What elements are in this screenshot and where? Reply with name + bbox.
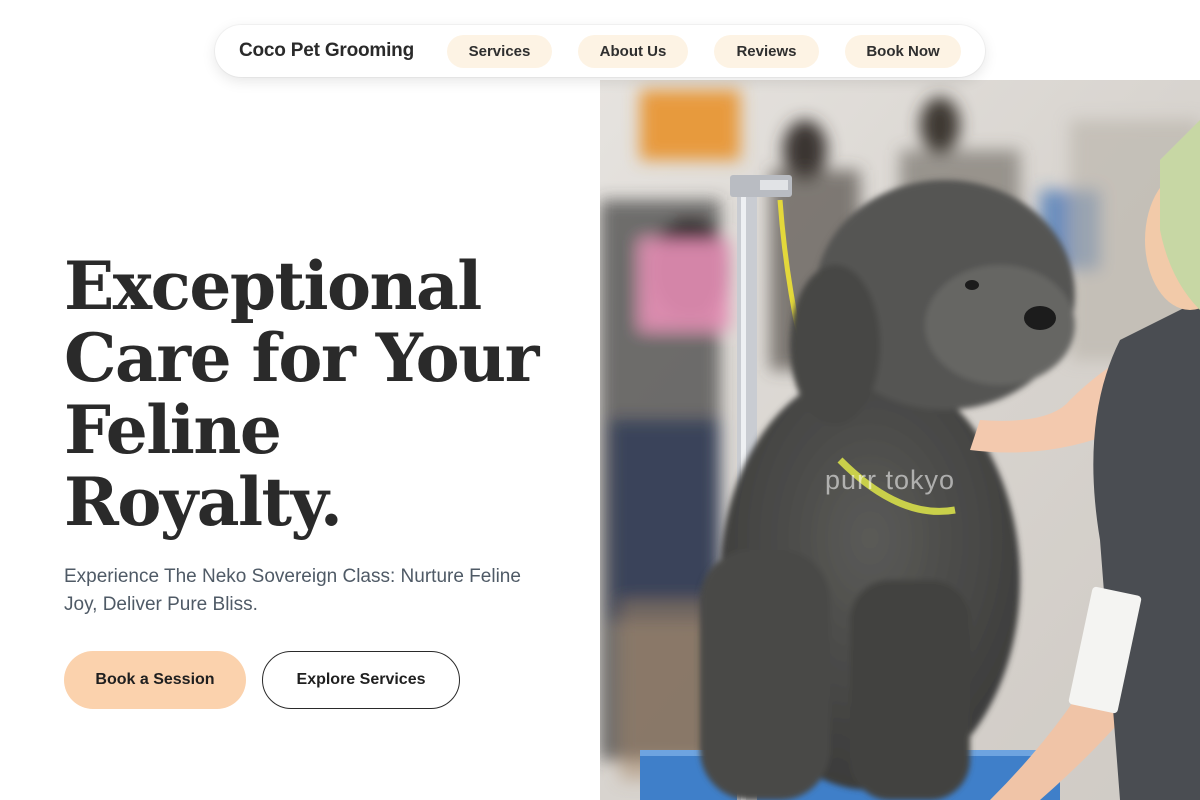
headline-line-2: Care for Your [64,319,539,397]
nav-links: Services About Us Reviews Book Now [447,34,961,68]
nav-item-services[interactable]: Services [447,34,552,68]
explore-services-button[interactable]: Explore Services [262,651,460,709]
photo-watermark: purr tokyo [825,465,956,495]
hero-photo-groomer-with-poodle: purr tokyo [600,80,1200,800]
hero-headline: Exceptional Care for Your Feline Royalty… [64,250,584,538]
brand-logo-text[interactable]: Coco Pet Grooming [239,40,414,62]
nav-item-book-now[interactable]: Book Now [845,34,961,68]
hero-subtext: Experience The Neko Sovereign Class: Nur… [64,566,521,615]
headline-line-3: Feline [64,391,282,469]
nav-item-reviews[interactable]: Reviews [714,34,819,68]
hero-photo-illustration [600,80,1200,800]
headline-line-1: Exceptional [64,247,482,325]
book-session-button[interactable]: Book a Session [64,651,246,709]
nav-item-about-us[interactable]: About Us [578,34,688,68]
top-navbar: Coco Pet Grooming Services About Us Revi… [215,25,985,77]
landing-page: Coco Pet Grooming Services About Us Revi… [0,0,1200,800]
headline-line-4: Royalty. [64,463,343,541]
